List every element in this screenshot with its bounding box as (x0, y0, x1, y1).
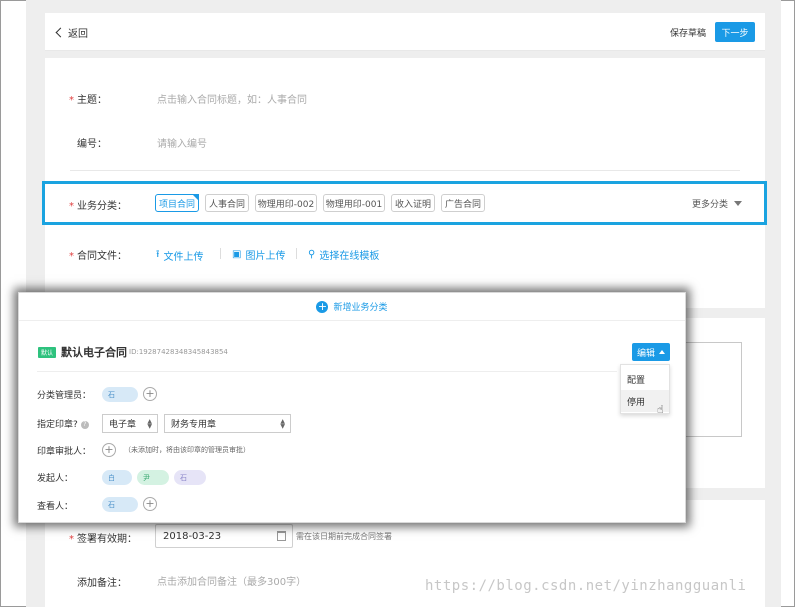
approver-note: （未添加时，将由该印章的管理员审批） (124, 446, 250, 454)
number-input[interactable]: 请输入编号 (157, 135, 207, 150)
divider (70, 170, 740, 171)
divider (37, 371, 617, 372)
category-tag[interactable]: 物理用印-002 (255, 194, 317, 212)
initiator-pill[interactable]: 尹 (137, 470, 169, 485)
category-tag[interactable]: 人事合同 (205, 194, 249, 212)
edit-label: 编辑 (636, 348, 655, 359)
category-tag[interactable]: 物理用印-001 (323, 194, 385, 212)
plus-circle-icon: + (316, 299, 329, 313)
image-icon: ▣ (232, 249, 242, 260)
separator (220, 248, 221, 259)
more-categories-label: 更多分类 (692, 200, 729, 210)
category-title: 默认电子合同 (61, 346, 127, 359)
caret-down-icon (734, 201, 743, 206)
seal-name-value: 财务专用章 (171, 420, 217, 430)
more-categories-button[interactable]: 更多分类 (692, 197, 743, 210)
viewer-pill[interactable]: 石 (102, 497, 138, 512)
category-tag[interactable]: 广告合同 (441, 194, 485, 212)
edit-menu: 配置 停用 ☝ (620, 364, 670, 416)
updown-icon: ▲ ▼ (280, 418, 285, 430)
back-label: 返回 (68, 29, 88, 40)
add-approver-icon[interactable]: + (102, 443, 116, 457)
seal-label: 指定印章?? (37, 417, 89, 430)
caret-up-icon (659, 350, 665, 354)
manager-label: 分类管理员： (37, 391, 92, 401)
image-upload-label: 图片上传 (245, 251, 286, 262)
contract-file-label: * 合同文件： (69, 251, 127, 262)
category-tag[interactable]: 收入证明 (391, 194, 435, 212)
hand-cursor-icon: ☝ (657, 403, 664, 416)
seal-name-select[interactable]: 财务专用章 ▲ ▼ (164, 414, 291, 433)
category-label: * 业务分类： (69, 201, 127, 212)
next-step-button[interactable]: 下一步 (715, 22, 755, 42)
category-popup: + 新增业务分类 默认 默认电子合同 ID:192874283483458438… (18, 292, 686, 523)
seal-type-value: 电子章 (109, 420, 137, 430)
subject-input[interactable]: 点击输入合同标题，如：人事合同 (157, 91, 307, 106)
category-tag[interactable]: 项目合同 (155, 194, 199, 212)
validity-hint: 需在该日期前完成合同签署 (296, 532, 392, 541)
initiator-label: 发起人： (37, 474, 74, 484)
online-template-label: 选择在线模板 (319, 251, 380, 262)
viewer-label: 查看人： (37, 502, 74, 512)
default-badge: 默认 (38, 347, 56, 358)
image-upload-button[interactable]: ▣ 图片上传 (232, 247, 285, 262)
separator (296, 248, 297, 259)
watermark: https://blog.csdn.net/yinzhangguanli (425, 578, 747, 594)
back-button[interactable]: 返回 (55, 25, 88, 40)
approver-label: 印章审批人： (37, 447, 92, 457)
add-manager-icon[interactable]: + (143, 387, 157, 401)
category-id: ID:19287428348345843854 (129, 348, 228, 356)
initiator-pill[interactable]: 白 (102, 470, 132, 485)
file-upload-button[interactable]: ⭱ 文件上传 (156, 247, 204, 264)
add-viewer-icon[interactable]: + (143, 497, 157, 511)
manager-pill[interactable]: 石 (102, 387, 138, 402)
file-upload-label: 文件上传 (163, 252, 204, 263)
save-draft-button[interactable]: 保存草稿 (670, 26, 706, 39)
template-search-icon: ⚲ (308, 249, 316, 260)
menu-item-configure[interactable]: 配置 (621, 368, 669, 390)
remark-input[interactable]: 点击添加合同备注（最多300字） (157, 573, 306, 588)
chevron-left-icon (55, 27, 66, 38)
upload-icon: ⭱ (156, 249, 160, 260)
updown-icon: ▲ ▼ (147, 418, 152, 430)
validity-label: * 签署有效期： (69, 534, 137, 545)
edit-dropdown-button[interactable]: 编辑 (632, 343, 670, 361)
initiator-pill[interactable]: 石 (174, 470, 206, 485)
number-label: 编号： (77, 139, 107, 150)
validity-date-value: 2018-03-23 (163, 530, 222, 542)
seal-type-select[interactable]: 电子章 ▲ ▼ (102, 414, 158, 433)
help-icon[interactable]: ? (80, 420, 89, 429)
add-category-label: 新增业务分类 (333, 303, 388, 313)
subject-label: * 主题： (69, 95, 107, 106)
validity-date-input[interactable]: 2018-03-23 (155, 524, 293, 548)
remark-label: 添加备注： (77, 578, 127, 589)
online-template-button[interactable]: ⚲ 选择在线模板 (308, 247, 379, 262)
add-category-button[interactable]: + 新增业务分类 (19, 293, 685, 321)
top-bar: 返回 保存草稿 下一步 (45, 13, 765, 51)
calendar-icon[interactable] (277, 531, 286, 541)
